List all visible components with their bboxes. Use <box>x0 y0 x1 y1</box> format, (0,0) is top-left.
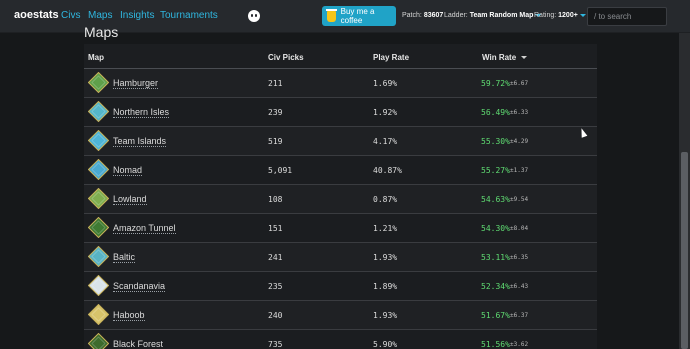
win-rate-value: 51.67% <box>481 311 510 320</box>
win-rate-error: ±6.37 <box>510 312 529 319</box>
map-name-link[interactable]: Baltic <box>113 252 136 263</box>
map-thumbnail-icon <box>88 101 109 122</box>
table-row[interactable]: Scandanavia 235 1.89% 52.34% ±6.43 <box>84 272 597 301</box>
map-name-link[interactable]: Team Islands <box>113 136 167 147</box>
table-row[interactable]: Team Islands 519 4.17% 55.30% ±4.29 <box>84 127 597 156</box>
maps-table: Map Civ Picks Play Rate Win Rate Hamburg… <box>84 44 597 349</box>
play-rate-value: 1.69% <box>373 79 398 88</box>
column-header-map[interactable]: Map <box>88 53 104 62</box>
civ-picks-value: 151 <box>268 224 283 233</box>
win-rate-value: 51.56% <box>481 340 510 349</box>
table-row[interactable]: Lowland 108 0.87% 54.63% ±9.54 <box>84 185 597 214</box>
win-rate-value: 55.27% <box>481 166 510 175</box>
map-thumbnail-icon <box>88 304 109 325</box>
civ-picks-value: 235 <box>268 282 283 291</box>
map-thumbnail-icon <box>88 188 109 209</box>
civ-picks-value: 239 <box>268 108 283 117</box>
patch-value: 83607 <box>423 12 444 19</box>
win-rate-value: 54.63% <box>481 195 510 204</box>
win-rate-value: 54.30% <box>481 224 510 233</box>
map-name-link[interactable]: Black Forest <box>113 339 163 349</box>
win-rate-error: ±6.43 <box>510 283 529 290</box>
win-rate-error: ±6.33 <box>510 109 529 116</box>
play-rate-value: 1.93% <box>373 311 398 320</box>
coffee-label: Buy me a coffee <box>340 7 375 25</box>
ladder-select[interactable]: Ladder: Team Random Map <box>444 12 542 19</box>
ladder-value: Team Random Map <box>469 12 534 19</box>
table-row[interactable]: Amazon Tunnel 151 1.21% 54.30% ±8.04 <box>84 214 597 243</box>
win-rate-value: 59.72% <box>481 79 510 88</box>
civ-picks-value: 108 <box>268 195 283 204</box>
civ-picks-value: 240 <box>268 311 283 320</box>
scrollbar-thumb[interactable] <box>681 152 688 349</box>
civ-picks-value: 5,091 <box>268 166 293 175</box>
map-name-link[interactable]: Lowland <box>113 194 147 205</box>
civ-picks-value: 735 <box>268 340 283 349</box>
table-row[interactable]: Nomad 5,091 40.87% 55.27% ±1.37 <box>84 156 597 185</box>
play-rate-value: 1.21% <box>373 224 398 233</box>
civ-picks-value: 241 <box>268 253 283 262</box>
discord-icon[interactable] <box>248 10 260 22</box>
nav-insights[interactable]: Insights <box>120 10 154 21</box>
column-header-civ-picks[interactable]: Civ Picks <box>268 53 304 62</box>
play-rate-value: 40.87% <box>373 166 402 175</box>
map-name-link[interactable]: Northern Isles <box>113 107 170 118</box>
map-thumbnail-icon <box>88 72 109 93</box>
map-name-link[interactable]: Nomad <box>113 165 143 176</box>
buy-me-a-coffee-button[interactable]: Buy me a coffee <box>322 6 396 26</box>
win-rate-error: ±6.35 <box>510 254 529 261</box>
win-rate-value: 55.30% <box>481 137 510 146</box>
search-input[interactable] <box>587 7 667 26</box>
map-name-link[interactable]: Haboob <box>113 310 145 321</box>
civ-picks-value: 211 <box>268 79 283 88</box>
win-rate-value: 53.11% <box>481 253 510 262</box>
map-thumbnail-icon <box>88 275 109 296</box>
section-title: Maps <box>84 24 119 40</box>
map-name-link[interactable]: Scandanavia <box>113 281 166 292</box>
play-rate-value: 1.93% <box>373 253 398 262</box>
win-rate-error: ±9.54 <box>510 196 529 203</box>
table-row[interactable]: Haboob 240 1.93% 51.67% ±6.37 <box>84 301 597 330</box>
win-rate-error: ±1.37 <box>510 167 529 174</box>
play-rate-value: 0.87% <box>373 195 398 204</box>
map-thumbnail-icon <box>88 217 109 238</box>
play-rate-value: 4.17% <box>373 137 398 146</box>
brand-logo[interactable]: aoestats <box>14 9 59 21</box>
nav-civs[interactable]: Civs <box>61 10 80 21</box>
win-rate-error: ±4.29 <box>510 138 529 145</box>
chevron-down-icon <box>579 13 586 17</box>
win-rate-error: ±3.62 <box>510 341 529 348</box>
play-rate-value: 5.90% <box>373 340 398 349</box>
win-rate-value: 56.49% <box>481 108 510 117</box>
map-thumbnail-icon <box>88 333 109 349</box>
map-name-link[interactable]: Hamburger <box>113 78 159 89</box>
table-header: Map Civ Picks Play Rate Win Rate <box>84 44 597 69</box>
sort-desc-icon <box>521 56 528 60</box>
nav-maps[interactable]: Maps <box>88 10 112 21</box>
patch-info: Patch: 83607 <box>402 12 444 19</box>
table-body: Hamburger 211 1.69% 59.72% ±6.67 Northern Isl… <box>84 69 597 349</box>
column-header-play-rate[interactable]: Play Rate <box>373 53 409 62</box>
table-row[interactable]: Northern Isles 239 1.92% 56.49% ±6.33 <box>84 98 597 127</box>
win-rate-value: 52.34% <box>481 282 510 291</box>
rating-value: 1200+ <box>558 12 578 19</box>
map-name-link[interactable]: Amazon Tunnel <box>113 223 176 234</box>
map-thumbnail-icon <box>88 130 109 151</box>
play-rate-value: 1.89% <box>373 282 398 291</box>
civ-picks-value: 519 <box>268 137 283 146</box>
rating-select[interactable]: Rating: 1200+ <box>534 12 586 19</box>
map-thumbnail-icon <box>88 159 109 180</box>
table-row[interactable]: Baltic 241 1.93% 53.11% ±6.35 <box>84 243 597 272</box>
nav-tournaments[interactable]: Tournaments <box>160 10 218 21</box>
play-rate-value: 1.92% <box>373 108 398 117</box>
table-row[interactable]: Black Forest 735 5.90% 51.56% ±3.62 <box>84 330 597 349</box>
table-row[interactable]: Hamburger 211 1.69% 59.72% ±6.67 <box>84 69 597 98</box>
coffee-cup-icon <box>326 8 337 22</box>
map-thumbnail-icon <box>88 246 109 267</box>
win-rate-error: ±6.67 <box>510 80 529 87</box>
win-rate-error: ±8.04 <box>510 225 529 232</box>
column-header-win-rate[interactable]: Win Rate <box>482 53 528 62</box>
